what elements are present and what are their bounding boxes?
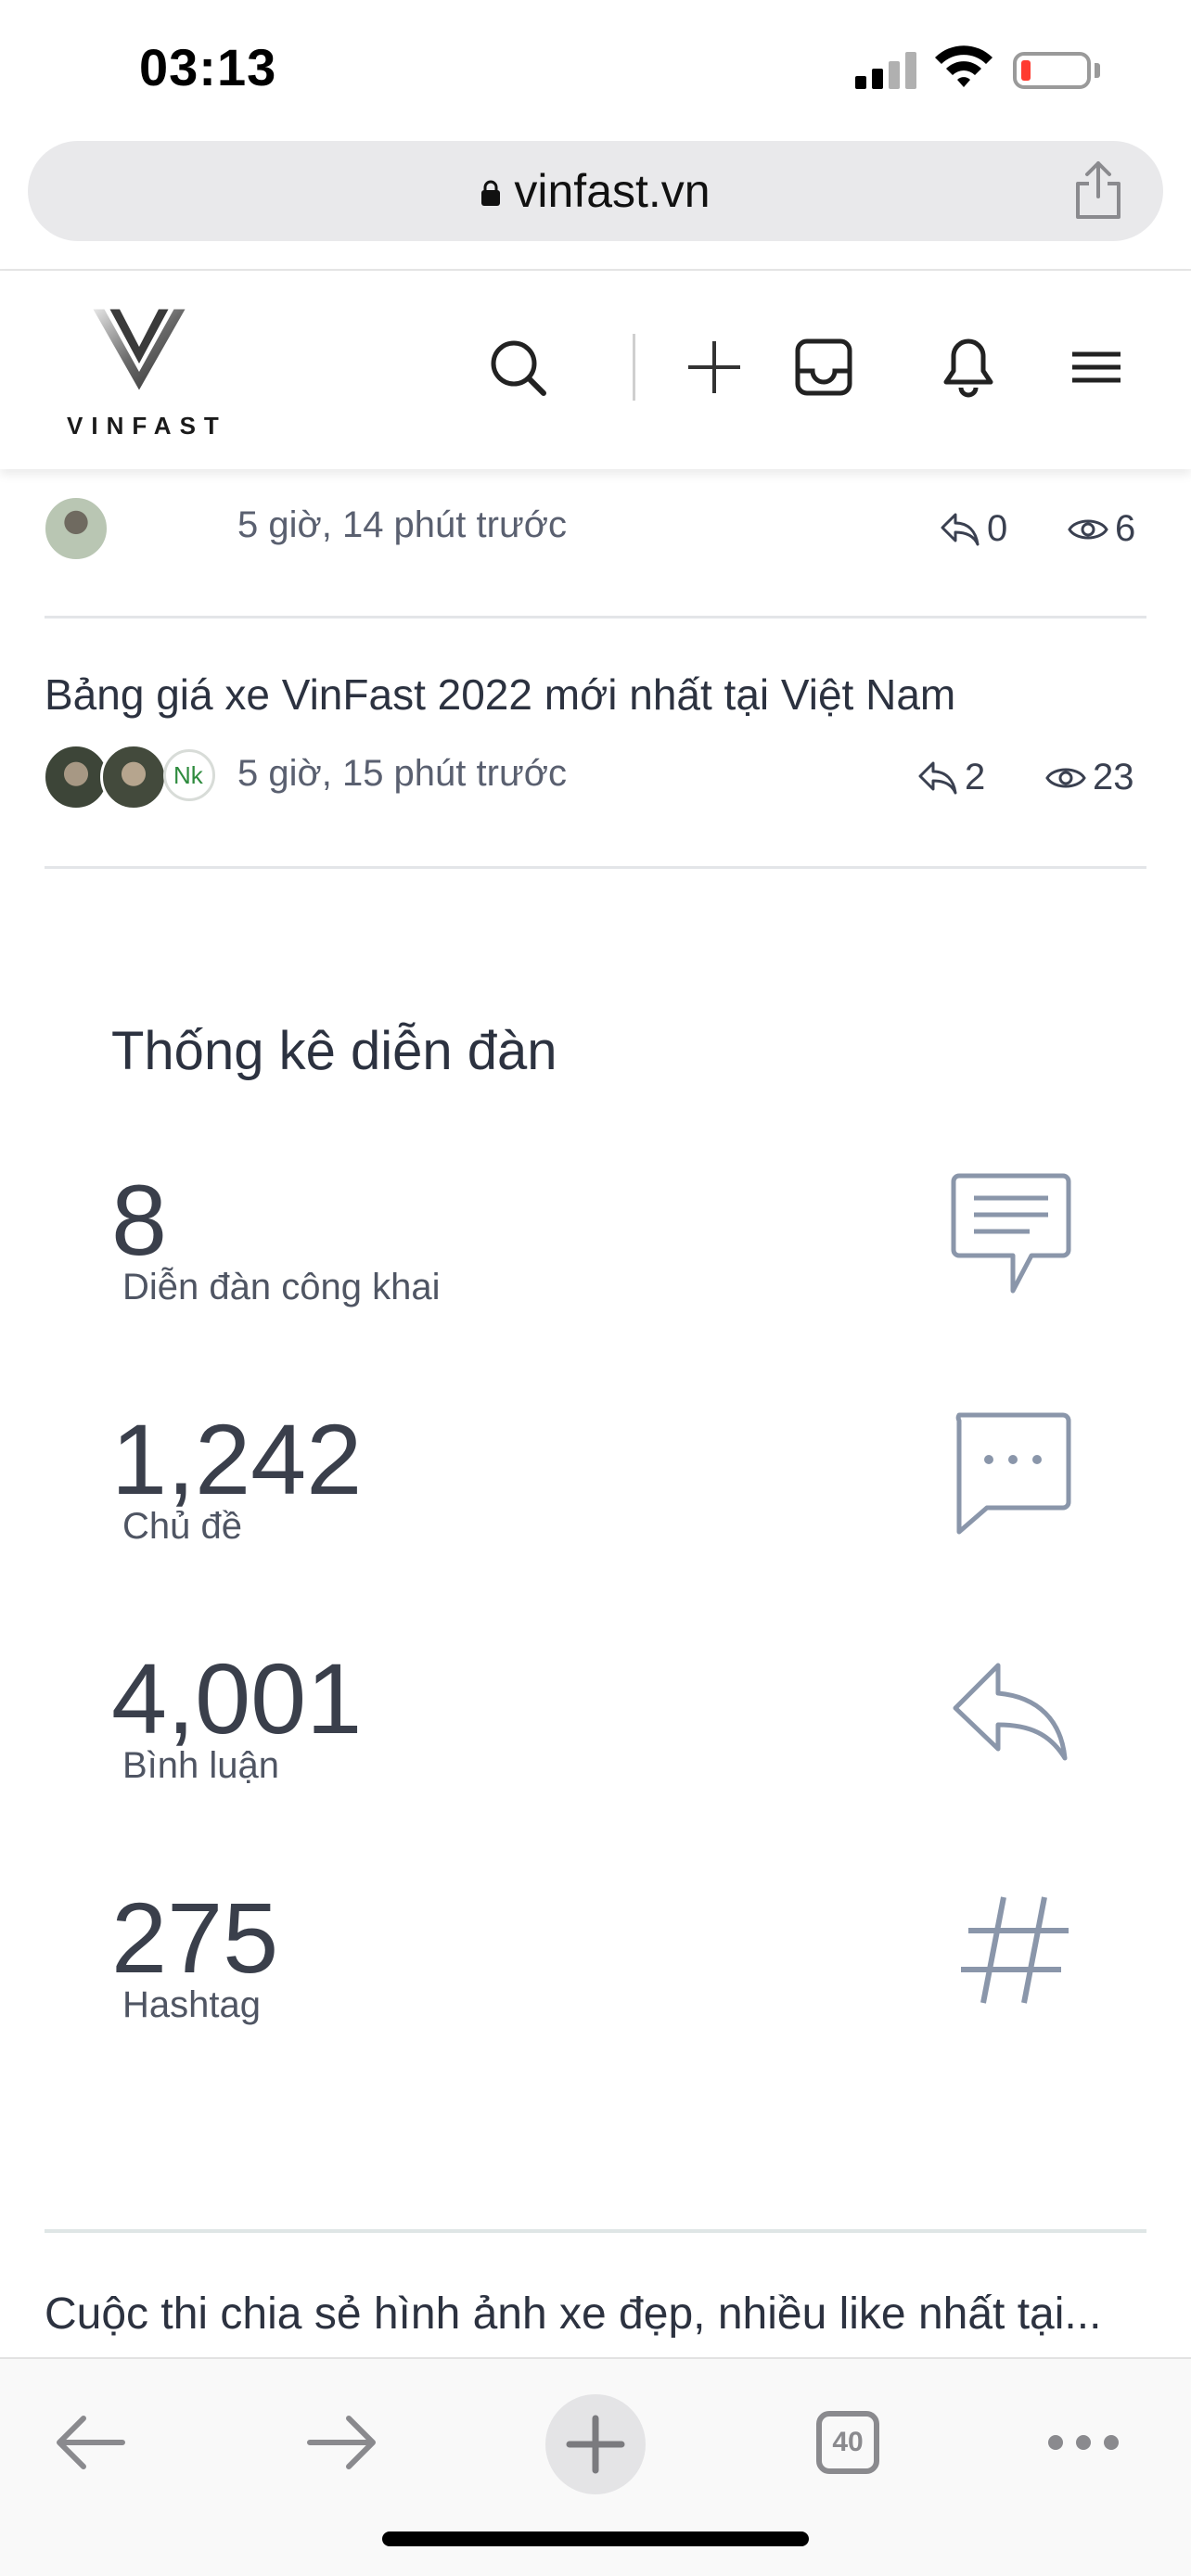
divider xyxy=(45,616,1146,618)
reply-count: 2 xyxy=(916,757,985,798)
add-icon[interactable] xyxy=(677,330,751,404)
forward-arrow-icon[interactable] xyxy=(295,2396,388,2489)
forum-stats-title: Thống kê diễn đàn xyxy=(111,1021,557,1081)
view-count-value: 23 xyxy=(1093,757,1134,797)
reply-count-value: 2 xyxy=(965,757,986,797)
vinfast-logo[interactable] xyxy=(65,308,213,391)
reply-icon xyxy=(918,761,957,794)
stat-comments-label: Bình luận xyxy=(122,1745,280,1786)
home-indicator[interactable] xyxy=(382,2531,809,2546)
status-time: 03:13 xyxy=(139,38,277,96)
reply-icon xyxy=(953,1663,1068,1761)
stat-forums-label: Diễn đàn công khai xyxy=(122,1267,441,1307)
reply-count-value: 0 xyxy=(987,508,1008,549)
topic-time: 5 giờ, 15 phút trước xyxy=(237,753,567,794)
cellular-signal-icon xyxy=(855,52,918,89)
reply-icon xyxy=(941,513,980,545)
divider xyxy=(45,866,1146,869)
topic-time: 5 giờ, 14 phút trước xyxy=(237,504,567,545)
stat-forums-value: 8 xyxy=(111,1164,168,1276)
avatar xyxy=(100,744,167,810)
lock-icon xyxy=(481,180,501,206)
header-separator xyxy=(633,334,635,401)
stat-topics-label: Chủ đề xyxy=(122,1506,242,1547)
eye-icon xyxy=(1045,768,1086,787)
svg-text:Nk: Nk xyxy=(173,761,204,789)
view-count: 23 xyxy=(1044,757,1134,798)
plus-icon xyxy=(566,2415,625,2474)
divider xyxy=(45,2229,1146,2233)
view-count: 6 xyxy=(1067,508,1135,550)
tabs-button[interactable]: 40 xyxy=(816,2411,879,2474)
page: 03:13 vinfast.vn VINFAST 5 giờ, 14 phút … xyxy=(0,0,1191,2576)
logo-text: VINFAST xyxy=(67,412,227,440)
more-icon[interactable] xyxy=(1037,2396,1130,2489)
eye-icon xyxy=(1068,519,1108,539)
chat-bubble-icon xyxy=(955,1412,1071,1535)
stat-comments-value: 4,001 xyxy=(111,1642,363,1754)
bell-icon[interactable] xyxy=(931,330,1005,404)
menu-icon[interactable] xyxy=(1059,330,1133,404)
avatar xyxy=(43,495,109,562)
new-tab-button[interactable] xyxy=(545,2394,646,2494)
reply-count: 0 xyxy=(939,508,1007,550)
avatar: Nk xyxy=(163,749,215,801)
inbox-icon[interactable] xyxy=(787,330,861,404)
forum-icon xyxy=(951,1173,1071,1294)
status-bar: 03:13 xyxy=(0,0,1191,137)
back-arrow-icon[interactable] xyxy=(45,2396,137,2489)
stat-topics-value: 1,242 xyxy=(111,1403,363,1515)
share-icon[interactable] xyxy=(1070,159,1126,221)
view-count-value: 6 xyxy=(1115,508,1136,549)
hashtag-icon xyxy=(961,1896,1069,2004)
stat-hashtags-label: Hashtag xyxy=(122,1984,261,2025)
address-bar[interactable]: vinfast.vn xyxy=(28,141,1163,241)
topic-title[interactable]: Bảng giá xe VinFast 2022 mới nhất tại Vi… xyxy=(45,670,955,720)
site-header: VINFAST xyxy=(0,271,1191,469)
stat-hashtags-value: 275 xyxy=(111,1881,279,1994)
wifi-icon xyxy=(935,45,992,87)
battery-icon xyxy=(1013,52,1091,89)
topic-title[interactable]: Cuộc thi chia sẻ hình ảnh xe đẹp, nhiều … xyxy=(45,2289,1101,2340)
url-text: vinfast.vn xyxy=(514,165,711,217)
search-icon[interactable] xyxy=(480,330,555,404)
battery-nub xyxy=(1095,63,1100,78)
